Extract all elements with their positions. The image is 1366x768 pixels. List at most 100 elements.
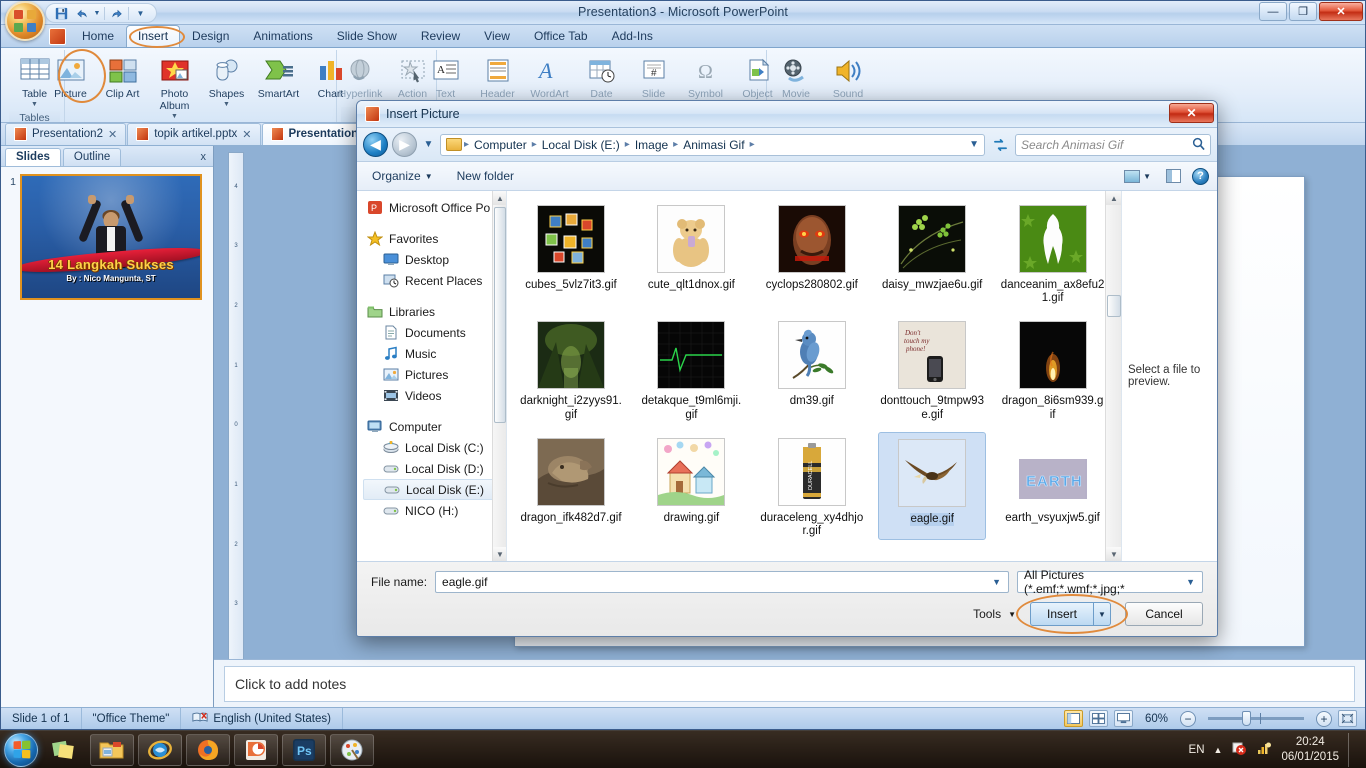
nav-item-microsoft-office-po[interactable]: P Microsoft Office Po: [363, 197, 506, 218]
file-tile[interactable]: daisy_mwzjae6u.gif: [878, 199, 986, 307]
movie-button[interactable]: Movie: [771, 53, 821, 103]
office-button[interactable]: [5, 1, 45, 41]
breadcrumb-separator[interactable]: ▸: [625, 139, 630, 150]
header-footer-button[interactable]: Header: [473, 53, 523, 103]
nav-item-recent-places[interactable]: Recent Places: [363, 270, 506, 291]
insert-dropdown-arrow-icon[interactable]: ▼: [1094, 602, 1111, 626]
file-tile[interactable]: dragon_ifk482d7.gif: [517, 432, 625, 540]
history-dropdown-icon[interactable]: ▼: [421, 135, 436, 155]
tab-design[interactable]: Design: [180, 25, 241, 47]
clip-art-button[interactable]: Clip Art: [98, 53, 148, 103]
breadcrumb-separator[interactable]: ▸: [532, 139, 537, 150]
language-status[interactable]: English (United States): [181, 708, 343, 729]
start-button[interactable]: [4, 732, 38, 767]
tab-office-tab[interactable]: Office Tab: [522, 25, 600, 47]
nav-item-desktop[interactable]: Desktop: [363, 249, 506, 270]
show-hidden-icons-arrow[interactable]: ▲: [1214, 745, 1223, 755]
clock[interactable]: 20:24 06/01/2015: [1281, 735, 1339, 764]
nav-item-local-disk-e[interactable]: Local Disk (E:): [363, 479, 500, 500]
search-input[interactable]: [1021, 137, 1192, 152]
zoom-level-label[interactable]: 60%: [1139, 713, 1174, 725]
nav-pane-scrollbar[interactable]: ▲ ▼: [492, 191, 506, 561]
scroll-down-arrow-icon[interactable]: ▼: [1106, 547, 1121, 561]
breadcrumb-computer[interactable]: Computer: [471, 138, 530, 152]
file-tile[interactable]: DURACELL duraceleng_xy4dhjor.gif: [758, 432, 866, 540]
nav-item-local-disk-d[interactable]: Local Disk (D:): [363, 458, 506, 479]
normal-view-button[interactable]: [1063, 710, 1083, 727]
nav-item-computer[interactable]: Computer: [363, 416, 506, 437]
file-tile[interactable]: cubes_5vlz7it3.gif: [517, 199, 625, 307]
nav-item-favorites[interactable]: Favorites: [363, 228, 506, 249]
scrollbar-thumb[interactable]: [494, 207, 506, 423]
doc-tab-topik-artikel[interactable]: topik artikel.pptx ✕: [127, 123, 261, 145]
chevron-down-icon[interactable]: ▼: [1143, 172, 1151, 181]
file-tile[interactable]: Don't touch my phone! donttouch_9tmpw93e…: [878, 315, 986, 423]
chevron-down-icon[interactable]: ▼: [223, 101, 230, 109]
nav-item-videos[interactable]: Videos: [363, 385, 506, 406]
file-tile[interactable]: detakque_t9ml6mji.gif: [637, 315, 745, 423]
tab-slide-show[interactable]: Slide Show: [325, 25, 409, 47]
symbol-button[interactable]: Ω Symbol: [681, 53, 731, 103]
file-tile[interactable]: danceanim_ax8efu21.gif: [999, 199, 1107, 307]
file-type-select[interactable]: All Pictures (*.emf;*.wmf;*.jpg;* ▼: [1017, 568, 1203, 596]
organize-button[interactable]: Organize ▼: [365, 166, 440, 186]
file-list[interactable]: cubes_5vlz7it3.gif cute_qlt1dnox.gif cyc…: [507, 191, 1121, 561]
nav-item-documents[interactable]: Documents: [363, 322, 506, 343]
taskbar-sticky-notes[interactable]: [42, 734, 86, 766]
file-tile-selected[interactable]: eagle.gif: [878, 431, 987, 541]
search-box[interactable]: [1015, 133, 1211, 156]
chevron-down-icon[interactable]: ▼: [1182, 577, 1199, 587]
chevron-down-icon[interactable]: ▼: [171, 113, 178, 121]
file-list-scrollbar[interactable]: ▲ ▼: [1105, 191, 1121, 561]
tab-view[interactable]: View: [472, 25, 522, 47]
chevron-down-icon[interactable]: ▼: [988, 577, 1005, 587]
taskbar-paint[interactable]: [330, 733, 374, 766]
file-tile[interactable]: cyclops280802.gif: [758, 199, 866, 307]
new-folder-button[interactable]: New folder: [450, 166, 521, 186]
scroll-up-arrow-icon[interactable]: ▲: [1106, 191, 1121, 205]
slide-show-view-button[interactable]: [1113, 710, 1133, 727]
sound-button[interactable]: Sound: [823, 53, 873, 103]
wordart-button[interactable]: A WordArt: [525, 53, 575, 103]
volume-icon[interactable]: [1256, 740, 1272, 759]
chevron-down-icon[interactable]: ▼: [31, 101, 38, 109]
dialog-close-button[interactable]: ✕: [1169, 103, 1214, 123]
search-icon[interactable]: [1192, 137, 1205, 153]
close-icon[interactable]: ✕: [108, 128, 117, 141]
tab-add-ins[interactable]: Add-Ins: [600, 25, 665, 47]
taskbar-internet-explorer[interactable]: [138, 733, 182, 766]
maximize-button[interactable]: ❐: [1289, 2, 1317, 21]
picture-button[interactable]: Picture: [46, 53, 96, 103]
file-name-input[interactable]: eagle.gif ▼: [435, 571, 1009, 593]
tab-outline[interactable]: Outline: [62, 148, 122, 166]
slide-thumbnail[interactable]: 14 Langkah Sukses By : Nico Mangunta, ST: [20, 174, 202, 300]
change-view-button[interactable]: ▼: [1120, 166, 1155, 187]
help-icon[interactable]: ?: [1192, 167, 1209, 185]
preview-pane-button[interactable]: [1162, 166, 1185, 187]
insert-button[interactable]: Insert: [1030, 602, 1094, 626]
nav-item-local-disk-c[interactable]: Local Disk (C:): [363, 437, 506, 458]
file-tile[interactable]: dm39.gif: [758, 315, 866, 423]
scroll-down-arrow-icon[interactable]: ▼: [493, 547, 506, 561]
scrollbar-thumb[interactable]: [1107, 295, 1121, 317]
nav-item-libraries[interactable]: Libraries: [363, 301, 506, 322]
nav-item-pictures[interactable]: Pictures: [363, 364, 506, 385]
zoom-slider[interactable]: [1208, 711, 1304, 726]
close-pane-icon[interactable]: x: [201, 151, 207, 163]
breadcrumb-separator[interactable]: ▸: [673, 139, 678, 150]
forward-button[interactable]: ▶: [392, 132, 417, 157]
cancel-button[interactable]: Cancel: [1125, 602, 1203, 626]
tab-home[interactable]: Home: [70, 25, 126, 47]
show-desktop-button[interactable]: [1348, 732, 1358, 767]
slide-thumbnail-item[interactable]: 1 14 Langkah Sukses By : Nico Mangunta, …: [7, 174, 207, 300]
tools-button[interactable]: Tools ▼: [973, 607, 1016, 621]
zoom-in-button[interactable]: +: [1316, 710, 1332, 727]
file-tile[interactable]: dragon_8i6sm939.gif: [999, 315, 1107, 423]
slide-number-button[interactable]: # Slide: [629, 53, 679, 103]
minimize-button[interactable]: —: [1259, 2, 1287, 21]
slide-sorter-view-button[interactable]: [1088, 710, 1108, 727]
photo-album-button[interactable]: Photo Album ▼: [150, 53, 200, 122]
address-bar[interactable]: ▸ Computer ▸ Local Disk (E:) ▸ Image ▸ A…: [440, 133, 985, 156]
taskbar-adobe-photoshop[interactable]: Ps: [282, 733, 326, 766]
language-indicator[interactable]: EN: [1189, 744, 1205, 756]
